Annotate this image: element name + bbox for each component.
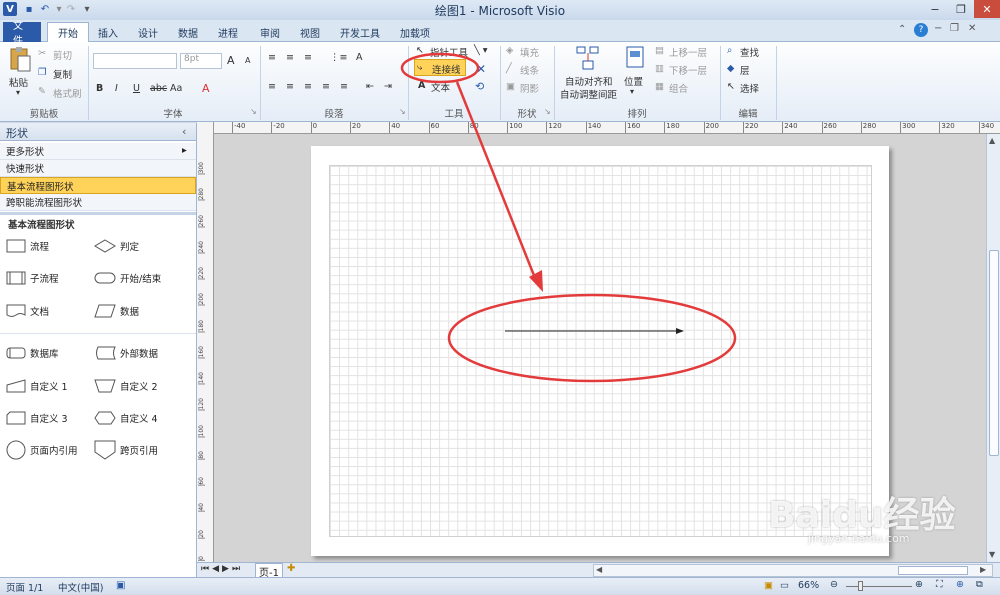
connector-highlight-ellipse bbox=[400, 52, 480, 84]
vertical-scrollbar[interactable]: ▲ ▼ bbox=[986, 134, 1000, 562]
page-tab-1[interactable]: 页-1 bbox=[255, 563, 283, 579]
full-screen-icon[interactable]: ▣ bbox=[764, 580, 773, 591]
scroll-down-icon[interactable]: ▼ bbox=[989, 550, 995, 559]
scroll-thumb[interactable] bbox=[989, 250, 999, 456]
horizontal-scrollbar[interactable]: ◀ ▶ bbox=[593, 564, 993, 577]
connector-arrowhead bbox=[676, 328, 684, 334]
scroll-left-icon[interactable]: ◀ bbox=[596, 565, 602, 574]
scroll-right-icon[interactable]: ▶ bbox=[980, 565, 986, 574]
scroll-up-icon[interactable]: ▲ bbox=[989, 136, 995, 145]
zoom-slider-track[interactable] bbox=[846, 586, 912, 587]
fit-page-icon[interactable]: ⛶ bbox=[936, 579, 943, 590]
presentation-icon[interactable]: ▭ bbox=[780, 580, 789, 591]
page-nav-arrows[interactable]: ⏮◀▶⏭ bbox=[201, 564, 243, 574]
zoom-slider-thumb[interactable] bbox=[858, 581, 863, 591]
annotation-overlay bbox=[400, 52, 737, 383]
zoom-out-icon[interactable]: ⊖ bbox=[830, 579, 838, 590]
page-navigation-bar: ⏮◀▶⏭ 页-1 ✚ ◀ ▶ bbox=[197, 562, 1000, 579]
status-bar: 页面 1/1 中文(中国) ▣ ▣ ▭ 66% ⊖ ⊕ ⛶ ⊕ ⧉ bbox=[0, 577, 1000, 595]
red-pointer-arrowhead bbox=[529, 270, 543, 292]
result-highlight-ellipse bbox=[447, 293, 737, 383]
insert-page-icon[interactable]: ✚ bbox=[287, 563, 295, 574]
switch-windows-icon[interactable]: ⧉ bbox=[976, 579, 983, 590]
page-indicator[interactable]: 页面 1/1 bbox=[6, 580, 43, 594]
macro-recording-icon[interactable]: ▣ bbox=[116, 580, 125, 591]
zoom-level[interactable]: 66% bbox=[798, 580, 819, 591]
h-scroll-thumb[interactable] bbox=[898, 566, 968, 575]
zoom-in-icon[interactable]: ⊕ bbox=[915, 579, 923, 590]
language-indicator[interactable]: 中文(中国) bbox=[58, 580, 103, 594]
pan-zoom-icon[interactable]: ⊕ bbox=[956, 579, 964, 590]
red-pointer-line bbox=[455, 81, 537, 279]
